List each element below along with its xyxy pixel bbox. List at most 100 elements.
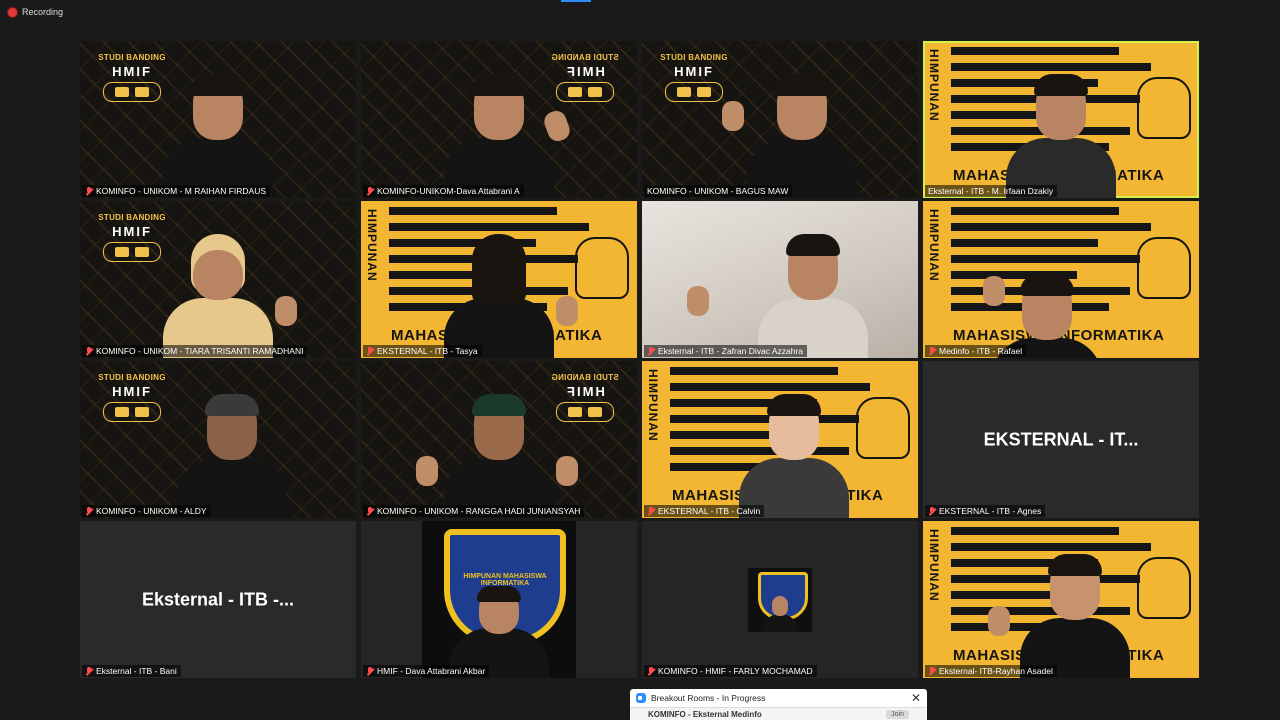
- hmif-badge-icon: [556, 82, 614, 102]
- hmif-badge-icon: [665, 82, 723, 102]
- avatar: [748, 567, 812, 632]
- mic-muted-icon: [366, 186, 374, 196]
- close-icon[interactable]: ✕: [911, 692, 921, 704]
- breakout-rooms-panel[interactable]: Breakout Rooms - In Progress ✕ KOMINFO -…: [630, 689, 927, 720]
- participant-video: [439, 68, 559, 198]
- participant-name: HMIF - Dava Attabrani Akbar: [377, 666, 486, 676]
- record-icon: [8, 7, 17, 17]
- video-tile[interactable]: STUDI BANDING HMIF KOMINFO - UNIKOM - TI…: [80, 201, 356, 358]
- video-tile[interactable]: STUDI BANDING HMIF KOMINFO - UNIKOM - AL…: [80, 361, 356, 518]
- video-tile[interactable]: STUDI BANDING HMIF KOMINFO - UNIKOM - M …: [80, 41, 356, 198]
- video-tile[interactable]: STUDI BANDING HMIF KOMINFO - UNIKOM - BA…: [642, 41, 918, 198]
- participant-name: KOMINFO-UNIKOM-Dava Attabrani A: [377, 186, 520, 196]
- participant-name: KOMINFO - UNIKOM - TIARA TRISANTI RAMADH…: [96, 346, 304, 356]
- top-accent-bar: [561, 0, 591, 2]
- participant-name: Eksternal - ITB - M. Irfaan Dzakiy: [928, 186, 1054, 196]
- video-tile-camera-off[interactable]: EKSTERNAL - IT... EKSTERNAL - ITB - Agne…: [923, 361, 1199, 518]
- thumbs-up-hand: [416, 456, 438, 486]
- participant-name-tag: KOMINFO-UNIKOM-Dava Attabrani A: [363, 185, 524, 197]
- hmif-title: HMIF: [674, 64, 714, 79]
- participant-video: [734, 388, 854, 518]
- video-tile[interactable]: STUDI BANDING HMIF KOMINFO - UNIKOM - RA…: [361, 361, 637, 518]
- participant-name-tag: Medinfo - ITB - Rafael: [925, 345, 1027, 357]
- video-tile-active-speaker[interactable]: HIMPUNAN MAHASISWA INFORMATIKA Eksternal…: [923, 41, 1199, 198]
- hmif-subtitle: STUDI BANDING: [98, 213, 166, 222]
- video-tile-profile-photo[interactable]: HIMPUNAN MAHASISWA INFORMATIKA HMIF - Da…: [361, 521, 637, 678]
- video-tile[interactable]: Eksternal - ITB - Zafran Divac Azzahra: [642, 201, 918, 358]
- participant-name: KOMINFO - UNIKOM - RANGGA HADI JUNIANSYA…: [377, 506, 581, 516]
- participant-name-tag: EKSTERNAL - ITB - Calvin: [644, 505, 765, 517]
- peace-sign-hand: [556, 296, 578, 326]
- participant-name: Eksternal - ITB - Zafran Divac Azzahra: [658, 346, 804, 356]
- video-tile-camera-off[interactable]: Eksternal - ITB -... Eksternal - ITB - B…: [80, 521, 356, 678]
- hmif-subtitle: STUDI BANDING: [660, 53, 728, 62]
- peace-sign-hand: [687, 286, 709, 316]
- mic-muted-icon: [85, 346, 93, 356]
- itb-emblem-icon: [856, 397, 910, 459]
- mic-muted-icon: [928, 666, 936, 676]
- hmif-title: HMIF: [112, 384, 152, 399]
- itb-vertical-text: HIMPUNAN: [646, 369, 660, 442]
- participant-name-tag: Eksternal - ITB - Bani: [82, 665, 181, 677]
- breakout-room-name: KOMINFO - Eksternal Medinfo: [648, 710, 762, 719]
- itb-vertical-text: HIMPUNAN: [927, 49, 941, 122]
- mic-muted-icon: [647, 506, 655, 516]
- participant-name-tag: EKSTERNAL - ITB - Agnes: [925, 505, 1046, 517]
- participant-display-name: Eksternal - ITB -...: [141, 589, 295, 609]
- mic-muted-icon: [366, 666, 374, 676]
- video-tile[interactable]: HIMPUNAN MAHASISWA INFORMATIKA Eksternal…: [923, 521, 1199, 678]
- itb-emblem-icon: [1137, 557, 1191, 619]
- participant-video: [158, 68, 278, 198]
- participant-name-tag: KOMINFO - UNIKOM - TIARA TRISANTI RAMADH…: [82, 345, 308, 357]
- video-tile[interactable]: STUDI BANDING HMIF KOMINFO-UNIKOM-Dava A…: [361, 41, 637, 198]
- participant-name: KOMINFO - UNIKOM - BAGUS MAW: [647, 186, 789, 196]
- mic-muted-icon: [647, 346, 655, 356]
- participant-name-tag: Eksternal - ITB - Zafran Divac Azzahra: [644, 345, 808, 357]
- hmif-subtitle: STUDI BANDING: [551, 53, 619, 62]
- hmif-badge-icon: [556, 402, 614, 422]
- mic-muted-icon: [85, 506, 93, 516]
- participant-video: [742, 68, 862, 198]
- hmif-badge-icon: [103, 242, 161, 262]
- recording-label: Recording: [22, 7, 64, 17]
- video-tile[interactable]: HIMPUNAN MAHASISWA INFORMATIKA EKSTERNAL…: [361, 201, 637, 358]
- participant-name: KOMINFO - UNIKOM - ALDY: [96, 506, 207, 516]
- mic-muted-icon: [928, 506, 936, 516]
- itb-vertical-text: HIMPUNAN: [365, 209, 379, 282]
- participant-video: [753, 228, 873, 358]
- participant-name-tag: KOMINFO - UNIKOM - ALDY: [82, 505, 211, 517]
- recording-indicator[interactable]: Recording: [8, 7, 63, 17]
- itb-emblem-icon: [575, 237, 629, 299]
- video-tile-profile-photo[interactable]: KOMINFO - HMIF - FARLY MOCHAMAD: [642, 521, 918, 678]
- participant-name-tag: KOMINFO - UNIKOM - RANGGA HADI JUNIANSYA…: [363, 505, 585, 517]
- participant-video: [172, 388, 292, 518]
- hmif-logo: STUDI BANDING HMIF: [654, 53, 734, 102]
- itb-vertical-text: HIMPUNAN: [927, 209, 941, 282]
- participant-name: EKSTERNAL - ITB - Calvin: [658, 506, 761, 516]
- participant-name-tag: KOMINFO - UNIKOM - BAGUS MAW: [644, 185, 793, 197]
- mic-muted-icon: [928, 346, 936, 356]
- participant-video: [1001, 68, 1121, 198]
- shield-text: HIMPUNAN MAHASISWA INFORMATIKA: [463, 573, 547, 587]
- thumbs-up-hand: [983, 276, 1005, 306]
- video-tile[interactable]: HIMPUNAN MAHASISWA INFORMATIKA Medinfo -…: [923, 201, 1199, 358]
- mic-muted-icon: [85, 186, 93, 196]
- hmif-logo: STUDI BANDING HMIF: [92, 373, 172, 422]
- thumbs-up-hand: [556, 456, 578, 486]
- hmif-subtitle: STUDI BANDING: [98, 53, 166, 62]
- hmif-subtitle: STUDI BANDING: [551, 373, 619, 382]
- breakout-room-item[interactable]: KOMINFO - Eksternal Medinfo Join: [630, 708, 927, 720]
- video-tile[interactable]: HIMPUNAN MAHASISWA INFORMATIKA EKSTERNAL…: [642, 361, 918, 518]
- participant-name-tag: Eksternal - ITB - M. Irfaan Dzakiy: [925, 185, 1058, 197]
- hmif-badge-icon: [103, 402, 161, 422]
- participant-video: [158, 228, 278, 358]
- gallery-grid: STUDI BANDING HMIF KOMINFO - UNIKOM - M …: [80, 41, 1202, 678]
- thumbs-up-hand: [722, 101, 744, 131]
- mic-muted-icon: [366, 346, 374, 356]
- itb-emblem-icon: [1137, 77, 1191, 139]
- hmif-badge-icon: [103, 82, 161, 102]
- participant-name-tag: EKSTERNAL - ITB - Tasya: [363, 345, 482, 357]
- breakout-rooms-header[interactable]: Breakout Rooms - In Progress ✕: [630, 689, 927, 708]
- join-button[interactable]: Join: [886, 710, 909, 719]
- participant-name: Eksternal - ITB - Bani: [96, 666, 177, 676]
